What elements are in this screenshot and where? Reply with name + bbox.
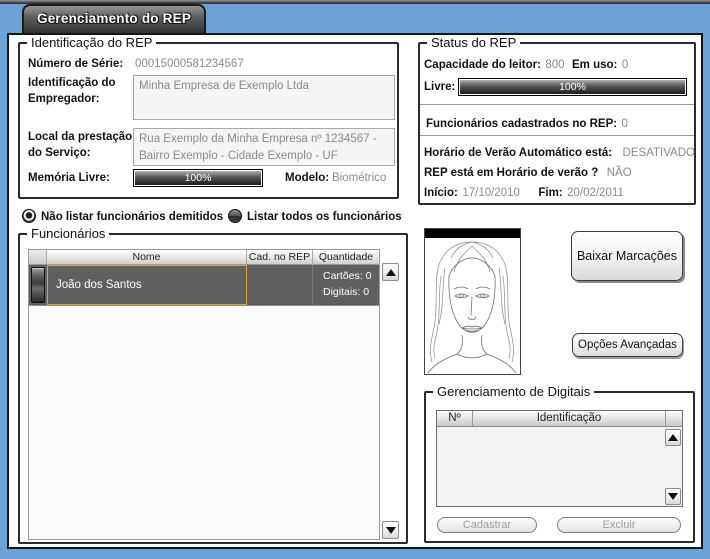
- baixar-marcacoes-button[interactable]: Baixar Marcações: [571, 231, 683, 281]
- cell-digitais: Digitais: 0: [323, 285, 379, 301]
- rep-management-window: Gerenciamento do REP Identificação do RE…: [0, 0, 710, 559]
- groupbox-title: Identificação do REP: [27, 35, 156, 50]
- periodo-verao-field: Início: 17/10/2010 Fim: 20/02/2011: [424, 183, 624, 201]
- verao-rep-value: NÃO: [607, 167, 632, 179]
- numero-serie-label: Número de Série:: [28, 58, 123, 70]
- digitais-table-header: Nº Identificação: [437, 411, 682, 427]
- cadastrados-value: 0: [622, 118, 628, 130]
- livre-progress-value: 100%: [460, 80, 685, 94]
- header-row-selector: [29, 250, 47, 264]
- verao-auto-label: Horário de Verão Automático está:: [424, 147, 612, 159]
- local-servico-field[interactable]: Rua Exemplo da Minha Empresa nº 1234567 …: [133, 128, 395, 166]
- funcionarios-table: Nome Cad. no REP Quantidade João dos San…: [28, 249, 380, 540]
- row-selector-button[interactable]: [31, 267, 45, 303]
- verao-rep-field: REP está em Horário de verão ? NÃO: [424, 163, 632, 181]
- status-divider-1: [420, 104, 694, 105]
- cadastrar-button[interactable]: Cadastrar: [437, 517, 537, 533]
- cell-cartoes: Cartões: 0: [323, 269, 379, 285]
- digitais-scroll-up-button[interactable]: [665, 429, 681, 446]
- arrow-up-icon: [668, 434, 678, 441]
- inicio-label: Início:: [424, 187, 458, 199]
- livre-label: Livre:: [424, 81, 455, 93]
- excluir-button[interactable]: Excluir: [557, 517, 681, 533]
- arrow-up-icon: [386, 269, 396, 276]
- digitais-table: Nº Identificação: [436, 410, 683, 507]
- header-quantidade[interactable]: Quantidade: [313, 250, 379, 264]
- digitais-scroll-down-button[interactable]: [665, 488, 681, 505]
- local-servico-label: Local da prestação do Serviço:: [28, 130, 134, 161]
- empregador-label: Identificação do Empregador:: [28, 76, 130, 107]
- radio-nao-listar-demitidos-label: Não listar funcionários demitidos: [41, 211, 223, 223]
- status-divider-2: [420, 135, 694, 136]
- cell-nome[interactable]: João dos Santos: [47, 265, 247, 305]
- photo-top-bar: [425, 229, 520, 238]
- em-uso-label: Em uso:: [572, 59, 617, 71]
- capacidade-label: Capacidade do leitor:: [424, 59, 541, 71]
- header-nome[interactable]: Nome: [47, 250, 247, 264]
- memoria-livre-label: Memória Livre:: [28, 172, 110, 184]
- arrow-down-icon: [668, 493, 678, 500]
- face-sketch-image: [425, 238, 520, 374]
- groupbox-title: Funcionários: [27, 226, 109, 241]
- row-selector-cell[interactable]: [29, 265, 47, 305]
- empregador-field[interactable]: Minha Empresa de Exemplo Ltda: [133, 75, 395, 120]
- fim-label: Fim:: [538, 187, 562, 199]
- radio-listar-todos[interactable]: [228, 209, 242, 223]
- radio-listar-todos-label: Listar todos os funcionários: [247, 211, 402, 223]
- opcoes-avancadas-button[interactable]: Opções Avançadas: [572, 333, 683, 357]
- header-scroll-spacer: [666, 411, 682, 426]
- inicio-value: 17/10/2010: [462, 187, 520, 199]
- capacidade-field: Capacidade do leitor: 800: [424, 55, 565, 73]
- groupbox-title: Status do REP: [427, 35, 520, 50]
- em-uso-value: 0: [622, 59, 628, 71]
- cadastrados-label: Funcionários cadastrados no REP:: [426, 118, 617, 130]
- cell-quantidade[interactable]: Cartões: 0 Digitais: 0: [313, 265, 379, 305]
- memoria-livre-progress-value: 100%: [135, 171, 261, 185]
- funcionarios-scroll-down-button[interactable]: [382, 521, 399, 539]
- funcionarios-table-header: Nome Cad. no REP Quantidade: [29, 250, 379, 265]
- groupbox-title: Gerenciamento de Digitais: [433, 384, 594, 399]
- fim-value: 20/02/2011: [567, 187, 624, 199]
- verao-auto-field: Horário de Verão Automático está: DESATI…: [424, 143, 695, 161]
- verao-rep-label: REP está em Horário de verão ?: [424, 167, 598, 179]
- modelo-value: Biométrico: [332, 172, 386, 184]
- arrow-down-icon: [386, 527, 396, 534]
- header-cad-no-rep[interactable]: Cad. no REP: [247, 250, 313, 264]
- em-uso-field: Em uso: 0: [572, 55, 628, 73]
- capacidade-value: 800: [545, 59, 564, 71]
- memoria-livre-progressbar: 100%: [133, 169, 263, 187]
- numero-serie-value: 00015000581234567: [135, 58, 244, 70]
- cadastrados-field: Funcionários cadastrados no REP: 0: [426, 114, 628, 132]
- funcionarios-scroll-up-button[interactable]: [382, 263, 399, 281]
- radio-nao-listar-demitidos[interactable]: [22, 209, 36, 223]
- tab-gerenciamento-do-rep[interactable]: Gerenciamento do REP: [22, 4, 206, 33]
- header-numero[interactable]: Nº: [437, 411, 473, 426]
- table-row[interactable]: João dos Santos Cartões: 0 Digitais: 0: [29, 265, 379, 306]
- livre-progressbar: 100%: [458, 78, 687, 96]
- employee-photo: [424, 228, 521, 375]
- verao-auto-value: DESATIVADO: [623, 147, 695, 159]
- modelo-label: Modelo:: [285, 172, 329, 184]
- cell-cad-no-rep[interactable]: [247, 265, 313, 305]
- header-identificacao[interactable]: Identificação: [473, 411, 666, 426]
